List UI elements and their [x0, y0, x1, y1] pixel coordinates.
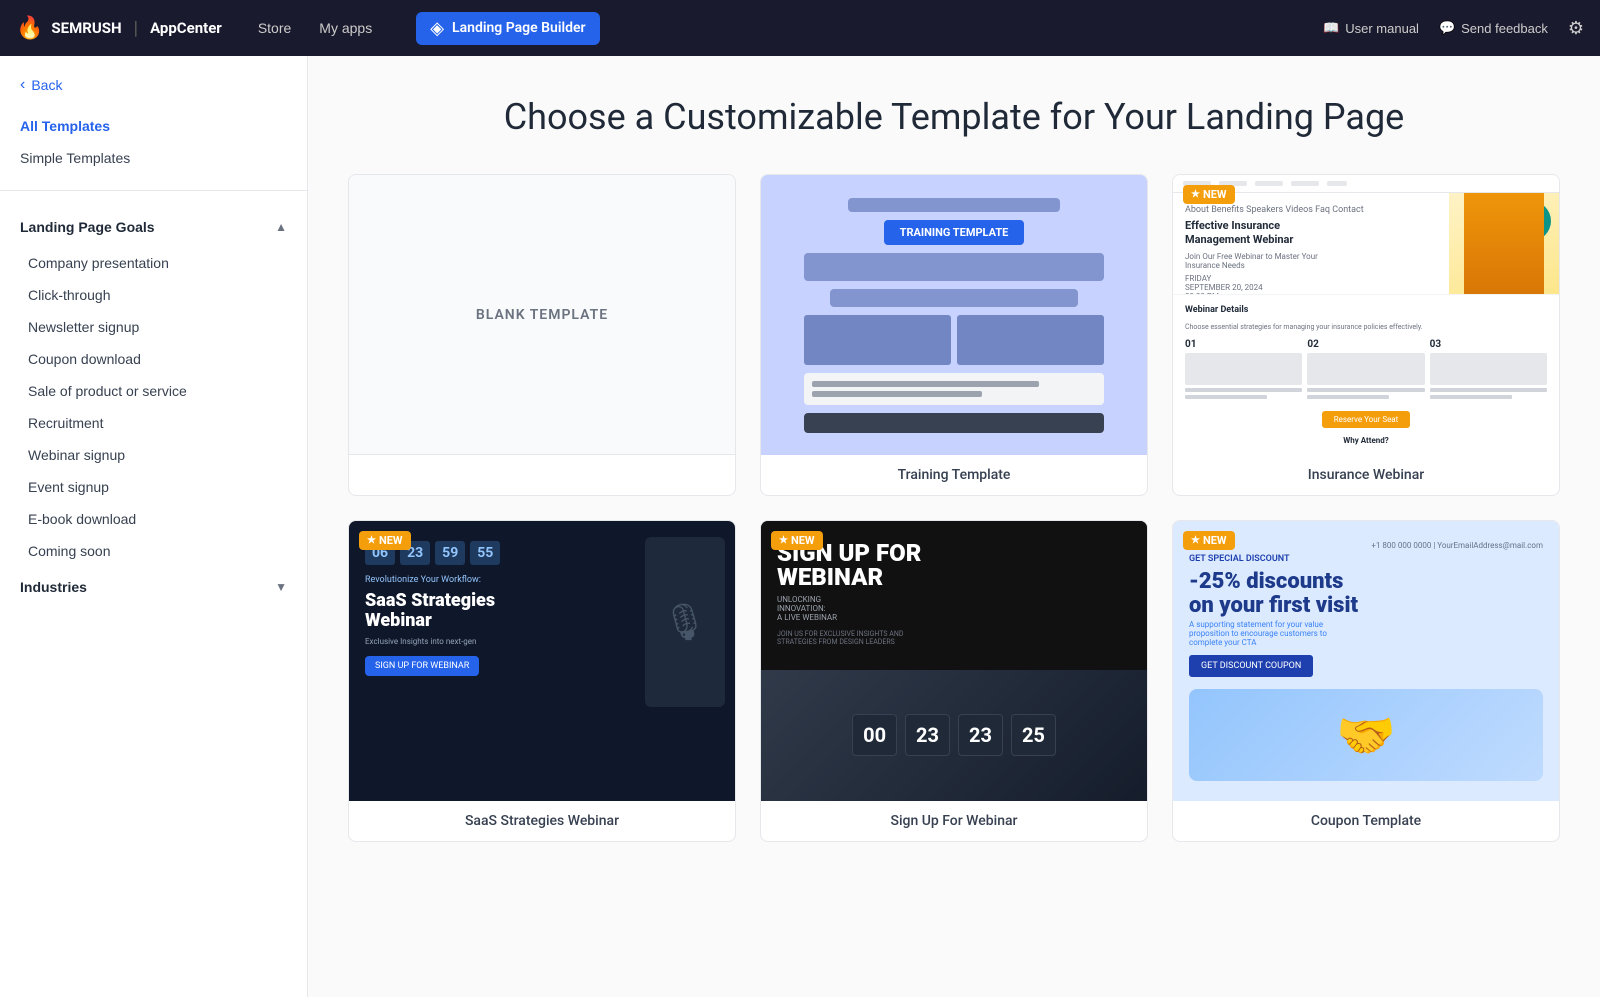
topnav-right-actions: 📖 User manual 💬 Send feedback ⚙ [1323, 18, 1584, 39]
star-icon-saas: ★ [367, 535, 376, 546]
app-badge-icon: ◈ [430, 18, 444, 39]
template-card-signup[interactable]: ★ NEW SIGN UP FORWEBINAR UNLOCKINGINNOVA… [760, 520, 1148, 842]
select-training-button[interactable]: Select [915, 298, 993, 333]
goal-company-presentation[interactable]: Company presentation [0, 247, 307, 279]
chevron-down-icon: ▼ [275, 580, 287, 594]
appcenter-text: AppCenter [150, 19, 222, 37]
top-navigation: 🔥 SEMRUSH | AppCenter Store My apps ◈ La… [0, 0, 1600, 56]
template-card-blank[interactable]: BLANK TEMPLATE Select [348, 174, 736, 496]
send-feedback-label: Send feedback [1461, 21, 1548, 36]
new-badge-signup: ★ NEW [771, 531, 823, 550]
goal-webinar-signup[interactable]: Webinar signup [0, 439, 307, 471]
sidebar-item-simple-templates[interactable]: Simple Templates [0, 142, 307, 174]
logo-text: SEMRUSH [51, 19, 121, 37]
goal-coupon-download[interactable]: Coupon download [0, 343, 307, 375]
semrush-icon: 🔥 [16, 16, 43, 41]
goal-event-signup[interactable]: Event signup [0, 471, 307, 503]
goal-newsletter-signup[interactable]: Newsletter signup [0, 311, 307, 343]
back-arrow-icon: ‹ [20, 76, 25, 94]
layout: ‹ Back All Templates Simple Templates La… [0, 56, 1600, 997]
new-label-coupon: NEW [1203, 534, 1227, 547]
send-feedback-button[interactable]: 💬 Send feedback [1439, 20, 1548, 36]
page-title: Choose a Customizable Template for Your … [348, 96, 1560, 138]
star-icon-signup: ★ [779, 535, 788, 546]
saas-template-preview: ★ NEW 06 23 59 55 Revolutionize Your Wor… [349, 521, 735, 801]
training-template-label: Training Template [761, 455, 1147, 495]
user-manual-button[interactable]: 📖 User manual [1323, 20, 1419, 36]
select-coupon-button[interactable]: Select [1327, 644, 1405, 679]
back-button[interactable]: ‹ Back [0, 76, 307, 110]
industries-toggle[interactable]: Industries ▼ [0, 567, 307, 607]
goal-recruitment[interactable]: Recruitment [0, 407, 307, 439]
new-badge-saas: ★ NEW [359, 531, 411, 550]
insurance-template-label: Insurance Webinar [1173, 455, 1559, 495]
my-apps-link[interactable]: My apps [307, 14, 384, 42]
industries-title: Industries [20, 579, 87, 595]
simple-templates-label: Simple Templates [20, 150, 130, 166]
chevron-up-icon: ▲ [275, 220, 287, 234]
topnav-links: Store My apps [246, 14, 384, 42]
logo-link[interactable]: 🔥 SEMRUSH | AppCenter [16, 16, 222, 41]
settings-button[interactable]: ⚙ [1568, 18, 1584, 39]
template-card-saas[interactable]: ★ NEW 06 23 59 55 Revolutionize Your Wor… [348, 520, 736, 842]
app-badge: ◈ Landing Page Builder [416, 12, 599, 45]
new-label-signup: NEW [791, 534, 815, 547]
coupon-template-label: Coupon Template [1173, 801, 1559, 841]
signup-counters: 00 23 23 25 [852, 714, 1056, 756]
select-saas-button[interactable]: Select [503, 644, 581, 679]
goal-coming-soon[interactable]: Coming soon [0, 535, 307, 567]
template-card-coupon[interactable]: ★ NEW +1 800 000 0000 | YourEmailAddress… [1172, 520, 1560, 842]
select-signup-button[interactable]: Select [915, 644, 993, 679]
blank-template-card-label [349, 455, 735, 479]
sidebar-nav-section: All Templates Simple Templates [0, 110, 307, 191]
store-link[interactable]: Store [246, 14, 303, 42]
template-grid: BLANK TEMPLATE Select TRAINING TEMPLATE [348, 174, 1560, 842]
goal-click-through[interactable]: Click-through [0, 279, 307, 311]
logo-divider: | [134, 18, 139, 39]
star-icon: ★ [1191, 189, 1200, 200]
landing-page-goals-list: Company presentation Click-through Newsl… [0, 247, 307, 567]
template-card-training[interactable]: TRAINING TEMPLATE [760, 174, 1148, 496]
sidebar: ‹ Back All Templates Simple Templates La… [0, 56, 308, 997]
new-label: NEW [1203, 188, 1227, 201]
goal-ebook-download[interactable]: E-book download [0, 503, 307, 535]
book-icon: 📖 [1323, 20, 1339, 36]
signup-template-label: Sign Up For Webinar [761, 801, 1147, 841]
template-card-insurance[interactable]: ★ NEW [1172, 174, 1560, 496]
new-label-saas: NEW [379, 534, 403, 547]
training-template-preview: TRAINING TEMPLATE [761, 175, 1147, 455]
star-icon-coupon: ★ [1191, 535, 1200, 546]
blank-template-preview: BLANK TEMPLATE Select [349, 175, 735, 455]
all-templates-label: All Templates [20, 118, 110, 134]
main-content: Choose a Customizable Template for Your … [308, 56, 1600, 997]
back-label: Back [31, 77, 62, 93]
landing-page-goals-toggle[interactable]: Landing Page Goals ▲ [0, 207, 307, 247]
landing-page-goals-title: Landing Page Goals [20, 219, 155, 235]
saas-template-label: SaaS Strategies Webinar [349, 801, 735, 841]
coupon-template-preview: ★ NEW +1 800 000 0000 | YourEmailAddress… [1173, 521, 1559, 801]
sidebar-item-all-templates[interactable]: All Templates [0, 110, 307, 142]
signup-template-preview: ★ NEW SIGN UP FORWEBINAR UNLOCKINGINNOVA… [761, 521, 1147, 801]
insurance-template-preview: ★ NEW [1173, 175, 1559, 455]
select-insurance-button[interactable]: Select [1327, 298, 1405, 333]
feedback-icon: 💬 [1439, 20, 1455, 36]
select-blank-button[interactable]: Select [503, 297, 581, 332]
new-badge-coupon: ★ NEW [1183, 531, 1235, 550]
user-manual-label: User manual [1345, 21, 1419, 36]
new-badge-insurance: ★ NEW [1183, 185, 1235, 204]
app-name: Landing Page Builder [452, 20, 586, 36]
goal-sale-product-service[interactable]: Sale of product or service [0, 375, 307, 407]
